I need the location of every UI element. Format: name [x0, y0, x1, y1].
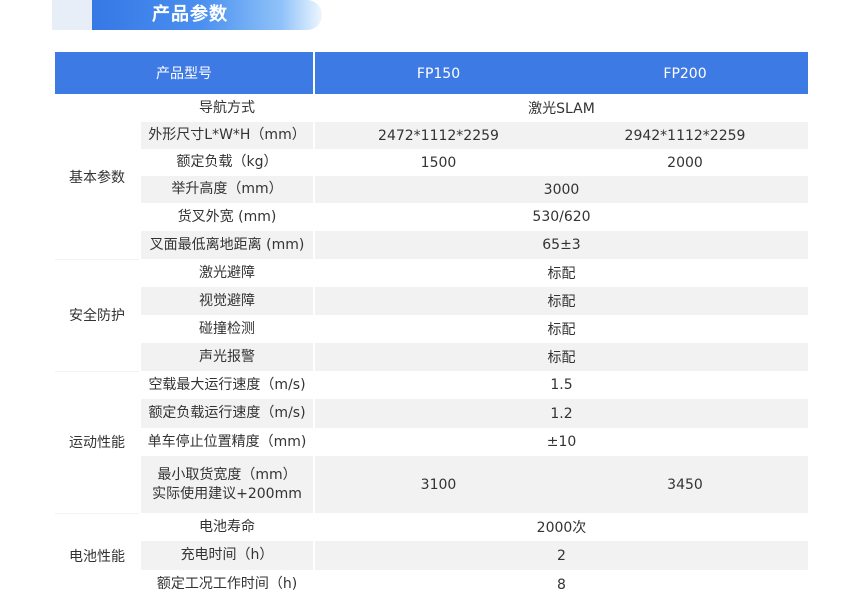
table-row: 额定负载（kg） 1500 2000 [55, 149, 808, 176]
param-name: 导航方式 [199, 99, 255, 116]
param-value: 2 [557, 547, 566, 564]
section-title: 产品参数 [152, 4, 228, 25]
table-row: 外形尺寸L*W*H（mm） 2472*1112*2259 2942*1112*225… [55, 122, 808, 149]
param-value: 1.5 [550, 377, 573, 393]
table-row: 单车停止位置精度（mm) ±10 [55, 428, 808, 456]
table-header: 产品型号 FP150 FP200 [55, 52, 808, 94]
table-row: 额定负载运行速度（m/s) 1.2 [55, 399, 808, 428]
param-value: 标配 [547, 294, 576, 310]
group-label: 运动性能 [55, 371, 139, 513]
table-row: 最小取货宽度（mm） 实际使用建议+200mm 3100 3450 [55, 456, 808, 513]
table-row: 声光报警 标配 [55, 343, 808, 371]
table-row: 充电时间（h） 2 [55, 541, 808, 570]
param-name: 最小取货宽度（mm） 实际使用建议+200mm [141, 456, 313, 513]
table-row: 碰撞检测 标配 [55, 315, 808, 343]
spec-table: 产品型号 FP150 FP200 导航方式 激光SLAM 外形尺寸L*W*H（mm）… [55, 52, 808, 599]
table-row: 电池寿命 2000次 [55, 513, 808, 541]
param-value: ±10 [546, 434, 577, 450]
table-body: 导航方式 激光SLAM 外形尺寸L*W*H（mm） 2472*1112*2259 294… [55, 94, 808, 599]
title-banner-shade [52, 0, 92, 30]
section-title-banner: 产品参数 [52, 0, 322, 30]
param-name: 视觉避障 [199, 292, 255, 309]
param-name: 充电时间（h） [180, 547, 274, 563]
header-model: 产品型号 [55, 52, 315, 94]
param-value-fp200: 2000 [667, 154, 703, 171]
param-name: 电池寿命 [199, 518, 255, 535]
table-row: 额定工况工作时间（h) 8 [55, 570, 808, 599]
param-value-fp150: 3100 [420, 476, 457, 493]
group-label: 基本参数 [55, 94, 139, 259]
param-value: 8 [557, 576, 566, 593]
group-divider [55, 259, 139, 260]
param-value-fp200: 2942*1112*2259 [624, 127, 746, 144]
param-value-fp150: 2472*1112*2259 [378, 127, 499, 144]
table-row: 举升高度（mm） 3000 [55, 176, 808, 203]
param-value: 2000次 [536, 520, 587, 536]
param-name: 额定工况工作时间（h) [156, 576, 298, 592]
param-value-fp200: 3450 [667, 476, 703, 493]
param-value: 530/620 [532, 209, 591, 225]
param-name: 举升高度（mm） [171, 181, 283, 197]
header-fp200: FP200 [663, 66, 707, 82]
param-name: 叉面最低离地距离 (mm) [149, 236, 305, 253]
param-value: 65±3 [542, 237, 581, 253]
param-name: 货叉外宽 (mm) [177, 208, 277, 225]
table-row: 货叉外宽 (mm) 530/620 [55, 203, 808, 231]
row-group: 电池寿命 2000次充电时间（h） 2 额定工况工作时间（h) 8 电池性能 [55, 513, 808, 599]
param-name: 额定负载运行速度（m/s) [148, 405, 306, 421]
param-value: 标配 [547, 350, 576, 366]
param-name: 单车停止位置精度（mm) [147, 433, 307, 450]
group-label: 安全防护 [55, 259, 139, 371]
group-label: 电池性能 [55, 513, 139, 599]
param-name: 额定负载（kg） [176, 154, 278, 170]
param-name: 碰撞检测 [199, 320, 255, 337]
param-value: 3000 [543, 181, 580, 198]
param-value: 激光SLAM [528, 101, 595, 117]
param-value: 标配 [547, 266, 576, 282]
table-row: 激光避障 标配 [55, 259, 808, 287]
param-name: 外形尺寸L*W*H（mm） [148, 127, 306, 143]
group-divider [55, 513, 139, 514]
param-name: 空载最大运行速度（m/s) [148, 376, 306, 393]
param-name: 激光避障 [199, 264, 255, 281]
param-value: 1.2 [550, 405, 573, 422]
group-divider [55, 371, 139, 372]
table-row: 空载最大运行速度（m/s) 1.5 [55, 371, 808, 399]
param-name-line2: 实际使用建议+200mm [152, 485, 302, 502]
table-row: 导航方式 激光SLAM [55, 94, 808, 122]
table-row: 视觉避障 标配 [55, 287, 808, 315]
header-fp150: FP150 [416, 66, 461, 82]
row-group: 空载最大运行速度（m/s) 1.5 额定负载运行速度（m/s) 1.2 单车停止位置精度… [55, 371, 808, 513]
row-group: 导航方式 激光SLAM 外形尺寸L*W*H（mm） 2472*1112*2259 294… [55, 94, 808, 259]
param-value-fp150: 1500 [420, 154, 457, 171]
param-name-line1: 最小取货宽度（mm） [157, 466, 297, 483]
row-group: 激光避障 标配 视觉避障 标配 碰撞检测 标配 声光报警 标配 安全防护 [55, 259, 808, 371]
param-name: 声光报警 [199, 348, 255, 365]
table-row: 叉面最低离地距离 (mm) 65±3 [55, 231, 808, 259]
param-value: 标配 [547, 322, 576, 338]
